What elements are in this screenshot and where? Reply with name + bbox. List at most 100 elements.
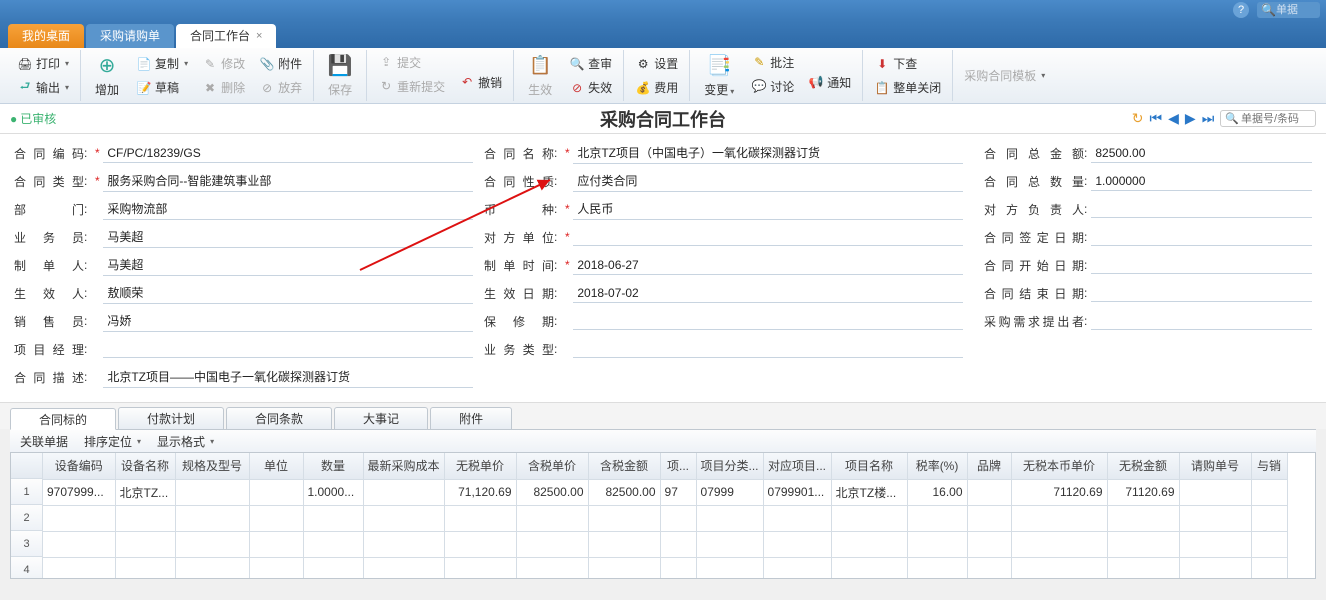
col-proj-name[interactable]: 项目名称 [831,453,907,479]
end-date-field[interactable] [1091,284,1312,302]
eff-person-field[interactable]: 敖顺荣 [103,282,473,304]
submit-button[interactable]: ⇪提交 [373,51,450,74]
col-equip-code[interactable]: 设备编码 [43,453,115,479]
col-notax-price[interactable]: 无税单价 [444,453,516,479]
last-button[interactable]: ⏭ [1202,110,1215,127]
table-row[interactable] [43,557,1287,578]
warranty-field[interactable] [573,312,963,330]
output-button[interactable]: ⮐输出▾ [12,76,74,99]
total-field[interactable]: 82500.00 [1091,144,1312,163]
note-button[interactable]: ✎批注 [746,51,799,74]
party-field[interactable] [573,228,963,246]
abandon-button[interactable]: ⊘放弃 [254,76,307,99]
draft-button[interactable]: 📝草稿 [131,76,193,99]
next-button[interactable]: ▶ [1185,110,1196,127]
revoke-button[interactable]: ↶撤销 [454,71,507,94]
dtab-payment[interactable]: 付款计划 [118,407,224,429]
dtab-terms[interactable]: 合同条款 [226,407,332,429]
dept-field[interactable]: 采购物流部 [103,198,473,220]
make-date-field[interactable]: 2018-06-27 [573,256,963,275]
col-notax-amount[interactable]: 无税金额 [1107,453,1179,479]
setting-button[interactable]: ⚙设置 [630,52,683,75]
dtab-attach[interactable]: 附件 [430,407,512,429]
review-button[interactable]: 🔍查审 [564,52,617,75]
tab-contract-workbench[interactable]: 合同工作台× [176,24,276,48]
qty-field[interactable]: 1.000000 [1091,172,1312,191]
global-search[interactable]: 🔍 [1257,2,1320,18]
record-search-input[interactable] [1241,113,1311,125]
col-unit[interactable]: 单位 [249,453,303,479]
effect-button[interactable]: 📋生效 [520,52,560,100]
creator-field[interactable]: 马美超 [103,254,473,276]
col-tax-price[interactable]: 含税单价 [516,453,588,479]
print-button[interactable]: 🖨打印▾ [12,52,74,75]
first-button[interactable]: ⏮ [1150,110,1163,127]
type-field[interactable]: 服务采购合同--智能建筑事业部 [103,170,473,192]
col-tax-rate[interactable]: 税率(%) [907,453,967,479]
record-nav: ↻ ⏮ ◀ ▶ ⏭ 🔍 [1132,110,1316,127]
desc-field[interactable]: 北京TZ项目——中国电子一氧化碳探测器订货 [103,366,473,388]
col-proj[interactable]: 项... [660,453,696,479]
row-num[interactable]: 3 [11,531,42,557]
delete-button[interactable]: ✖删除 [197,76,250,99]
col-req-no[interactable]: 请购单号 [1179,453,1251,479]
help-icon[interactable]: ? [1233,2,1249,18]
link-bill-button[interactable]: 关联单据 [20,433,68,450]
sign-date-field[interactable] [1091,228,1312,246]
attach-button[interactable]: 📎附件 [254,52,307,75]
close-icon[interactable]: × [256,24,262,48]
change-button[interactable]: 📑变更▾ [696,52,742,100]
col-proj-map[interactable]: 对应项目... [763,453,831,479]
invalid-button[interactable]: ⊘失效 [564,76,617,99]
col-tax-amount[interactable]: 含税金额 [588,453,660,479]
notify-button[interactable]: 📢通知 [803,71,856,94]
eff-date-field[interactable]: 2018-07-02 [573,284,963,303]
edit-button[interactable]: ✎修改 [197,52,250,75]
sort-button[interactable]: 排序定位▾ [84,433,141,450]
table-row[interactable] [43,531,1287,557]
close-all-button[interactable]: 📋整单关闭 [869,76,946,99]
seller-field[interactable]: 冯娇 [103,310,473,332]
col-spec[interactable]: 规格及型号 [175,453,249,479]
record-search[interactable]: 🔍 [1220,110,1316,127]
down-query-button[interactable]: ⬇下查 [869,52,946,75]
col-proj-class[interactable]: 项目分类... [696,453,763,479]
prev-button[interactable]: ◀ [1168,110,1179,127]
fee-button[interactable]: 💰费用 [630,76,683,99]
col-sale[interactable]: 与销 [1251,453,1287,479]
col-qty[interactable]: 数量 [303,453,363,479]
copy-button[interactable]: 📄复制▾ [131,52,193,75]
tab-requisition[interactable]: 采购请购单 [86,24,174,48]
row-num[interactable]: 1 [11,479,42,505]
start-date-field[interactable] [1091,256,1312,274]
save-button[interactable]: 💾保存 [320,52,360,100]
table-row[interactable]: 9707999...北京TZ... 1.0000...71,120.698250… [43,479,1287,505]
code-field[interactable]: CF/PC/18239/GS [103,144,473,163]
dtab-events[interactable]: 大事记 [334,407,428,429]
clerk-field[interactable]: 马美超 [103,226,473,248]
global-search-input[interactable] [1276,4,1316,16]
col-brand[interactable]: 品牌 [967,453,1011,479]
col-equip-name[interactable]: 设备名称 [115,453,175,479]
nature-field[interactable]: 应付类合同 [573,170,963,192]
table-row[interactable] [43,505,1287,531]
template-button[interactable]: 采购合同模板▾ [959,64,1050,87]
dtab-subject[interactable]: 合同标的 [10,408,116,430]
currency-field[interactable]: 人民币 [573,198,963,220]
col-latest-cost[interactable]: 最新采购成本 [363,453,444,479]
col-notax-local[interactable]: 无税本币单价 [1011,453,1107,479]
format-button[interactable]: 显示格式▾ [157,433,214,450]
refresh-button[interactable]: ↻ [1132,110,1144,127]
biz-type-field[interactable] [573,340,963,358]
discuss-button[interactable]: 💬讨论 [746,75,799,98]
tab-home[interactable]: 我的桌面 [8,24,84,48]
row-num[interactable]: 4 [11,557,42,579]
resubmit-button[interactable]: ↻重新提交 [373,75,450,98]
status-badge: ●已审核 [10,110,56,127]
add-button[interactable]: ⊕增加 [87,52,127,100]
pm-field[interactable] [103,340,473,358]
row-num[interactable]: 2 [11,505,42,531]
contact-field[interactable] [1091,200,1312,218]
demander-field[interactable] [1091,312,1312,330]
name-field[interactable]: 北京TZ项目（中国电子）一氧化碳探测器订货 [573,142,963,164]
